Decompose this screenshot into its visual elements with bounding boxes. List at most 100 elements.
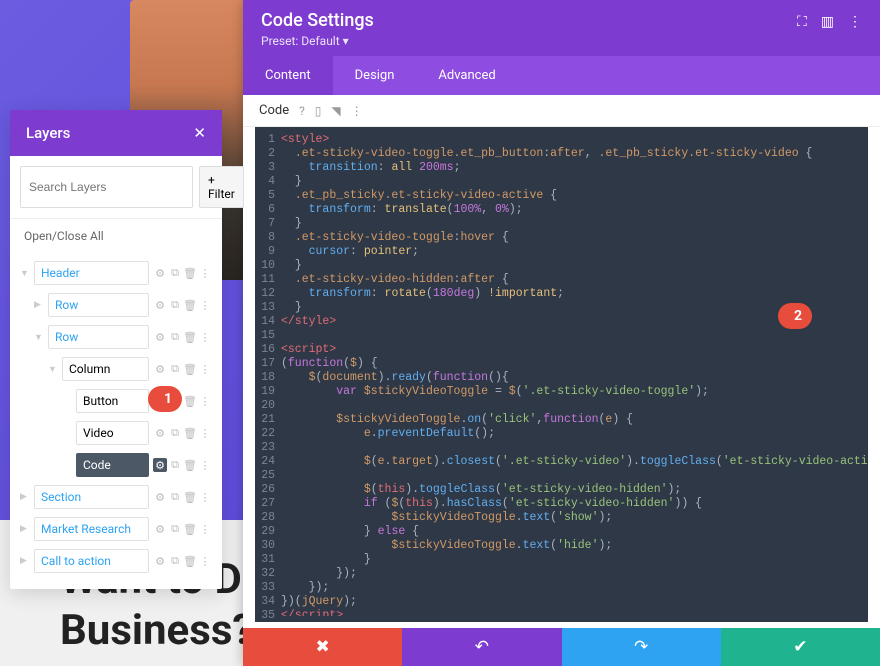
- more-icon[interactable]: ⋮: [198, 426, 212, 440]
- close-icon[interactable]: ✕: [193, 124, 206, 142]
- delete-icon[interactable]: 🗑: [183, 298, 197, 312]
- gear-icon[interactable]: ⚙: [153, 522, 167, 536]
- redo-button[interactable]: ↷: [562, 628, 721, 666]
- layer-label[interactable]: Code: [76, 453, 149, 477]
- more-icon[interactable]: ⋮: [848, 14, 862, 30]
- more-icon[interactable]: ⋮: [198, 330, 212, 344]
- delete-icon[interactable]: 🗑: [183, 490, 197, 504]
- heading-line-2: Business?: [60, 606, 253, 655]
- search-input[interactable]: [20, 166, 193, 208]
- preset-selector[interactable]: Preset: Default ▾: [261, 34, 374, 48]
- duplicate-icon[interactable]: ⧉: [168, 522, 182, 536]
- expand-toggle-icon[interactable]: ▼: [34, 332, 44, 343]
- layer-label[interactable]: Column: [62, 357, 149, 381]
- delete-icon[interactable]: 🗑: [183, 554, 197, 568]
- hover-icon[interactable]: ◥: [331, 104, 340, 118]
- filter-button[interactable]: + Filter: [199, 166, 244, 208]
- gear-icon[interactable]: ⚙: [153, 330, 167, 344]
- code-toolbar: Code ? ▯ ◥ ⋮: [243, 95, 880, 127]
- tab-content[interactable]: Content: [243, 56, 333, 95]
- layer-row: ▶ Row ⚙⧉🗑⋮: [10, 289, 222, 321]
- settings-header-icons: ⛶ ▥ ⋮: [797, 10, 862, 30]
- layer-label[interactable]: Call to action: [34, 549, 149, 573]
- code-content[interactable]: <style> .et-sticky-video-toggle.et_pb_bu…: [281, 133, 868, 616]
- expand-toggle-icon[interactable]: ▶: [34, 300, 44, 310]
- layers-title: Layers: [26, 124, 70, 142]
- cancel-button[interactable]: ✖: [243, 628, 402, 666]
- layer-label[interactable]: Header: [34, 261, 149, 285]
- callout-2: 2: [778, 303, 812, 329]
- delete-icon[interactable]: 🗑: [183, 458, 197, 472]
- layer-item-icons: ⚙⧉🗑⋮: [153, 458, 212, 472]
- code-editor[interactable]: 1234567891011121314151617181920212223242…: [255, 127, 868, 622]
- callout-1: 1: [148, 386, 182, 412]
- layer-item-icons: ⚙⧉🗑⋮: [153, 266, 212, 280]
- delete-icon[interactable]: 🗑: [183, 362, 197, 376]
- duplicate-icon[interactable]: ⧉: [168, 298, 182, 312]
- expand-toggle-icon[interactable]: ▶: [20, 492, 30, 502]
- gear-icon[interactable]: ⚙: [153, 266, 167, 280]
- delete-icon[interactable]: 🗑: [183, 522, 197, 536]
- delete-icon[interactable]: 🗑: [183, 426, 197, 440]
- layer-row: ▶ Market Research ⚙⧉🗑⋮: [10, 513, 222, 545]
- layer-item-icons: ⚙⧉🗑⋮: [153, 490, 212, 504]
- delete-icon[interactable]: 🗑: [183, 266, 197, 280]
- tablet-icon[interactable]: ▯: [315, 104, 322, 118]
- layers-search-row: + Filter: [10, 156, 222, 219]
- gear-icon[interactable]: ⚙: [153, 554, 167, 568]
- gear-icon[interactable]: ⚙: [153, 426, 167, 440]
- layer-label[interactable]: Video: [76, 421, 149, 445]
- duplicate-icon[interactable]: ⧉: [168, 362, 182, 376]
- duplicate-icon[interactable]: ⧉: [168, 458, 182, 472]
- help-icon[interactable]: ?: [299, 104, 305, 118]
- expand-toggle-icon[interactable]: ▶: [20, 556, 30, 566]
- gear-icon[interactable]: ⚙: [153, 362, 167, 376]
- tab-advanced[interactable]: Advanced: [416, 56, 517, 95]
- settings-panel: Code Settings Preset: Default ▾ ⛶ ▥ ⋮ Co…: [243, 0, 880, 666]
- more-icon[interactable]: ⋮: [198, 458, 212, 472]
- duplicate-icon[interactable]: ⧉: [168, 266, 182, 280]
- more-icon[interactable]: ⋮: [198, 522, 212, 536]
- gear-icon[interactable]: ⚙: [153, 298, 167, 312]
- more-icon[interactable]: ⋮: [198, 266, 212, 280]
- expand-toggle-icon[interactable]: ▶: [20, 524, 30, 534]
- tab-design[interactable]: Design: [333, 56, 417, 95]
- layer-item-icons: ⚙⧉🗑⋮: [153, 554, 212, 568]
- duplicate-icon[interactable]: ⧉: [168, 426, 182, 440]
- line-gutter: 1234567891011121314151617181920212223242…: [255, 133, 281, 616]
- layer-label[interactable]: Row: [48, 325, 149, 349]
- more-icon[interactable]: ⋮: [198, 394, 212, 408]
- delete-icon[interactable]: 🗑: [183, 394, 197, 408]
- layer-row: Button⚙⧉🗑⋮: [10, 385, 222, 417]
- layer-row: Video ⚙⧉🗑⋮: [10, 417, 222, 449]
- layer-tree: ▼Header⚙⧉🗑⋮▶Row⚙⧉🗑⋮▼Row⚙⧉🗑⋮▼Column⚙⧉🗑⋮Bu…: [10, 253, 222, 589]
- gear-icon[interactable]: ⚙: [153, 458, 167, 472]
- settings-title: Code Settings: [261, 10, 374, 31]
- layer-item-icons: ⚙⧉🗑⋮: [153, 426, 212, 440]
- columns-icon[interactable]: ▥: [821, 14, 834, 30]
- settings-header: Code Settings Preset: Default ▾ ⛶ ▥ ⋮: [243, 0, 880, 56]
- duplicate-icon[interactable]: ⧉: [168, 554, 182, 568]
- duplicate-icon[interactable]: ⧉: [168, 330, 182, 344]
- more-icon[interactable]: ⋮: [198, 298, 212, 312]
- gear-icon[interactable]: ⚙: [153, 490, 167, 504]
- layer-label[interactable]: Button: [76, 389, 149, 413]
- open-close-all[interactable]: Open/Close All: [10, 219, 222, 253]
- delete-icon[interactable]: 🗑: [183, 330, 197, 344]
- layers-panel: Layers ✕ + Filter Open/Close All ▼ Header…: [10, 110, 222, 589]
- duplicate-icon[interactable]: ⧉: [168, 490, 182, 504]
- more-icon[interactable]: ⋮: [198, 554, 212, 568]
- options-icon[interactable]: ⋮: [351, 104, 363, 118]
- layer-item-icons: ⚙⧉🗑⋮: [153, 298, 212, 312]
- layer-row: ▶ Call to action ⚙⧉🗑⋮: [10, 545, 222, 577]
- layer-label[interactable]: Section: [34, 485, 149, 509]
- expand-icon[interactable]: ⛶: [797, 14, 807, 30]
- expand-toggle-icon[interactable]: ▼: [20, 268, 30, 279]
- layer-label[interactable]: Row: [48, 293, 149, 317]
- save-button[interactable]: ✔: [721, 628, 880, 666]
- expand-toggle-icon[interactable]: ▼: [48, 364, 58, 375]
- more-icon[interactable]: ⋮: [198, 490, 212, 504]
- more-icon[interactable]: ⋮: [198, 362, 212, 376]
- layer-label[interactable]: Market Research: [34, 517, 149, 541]
- undo-button[interactable]: ↶: [402, 628, 561, 666]
